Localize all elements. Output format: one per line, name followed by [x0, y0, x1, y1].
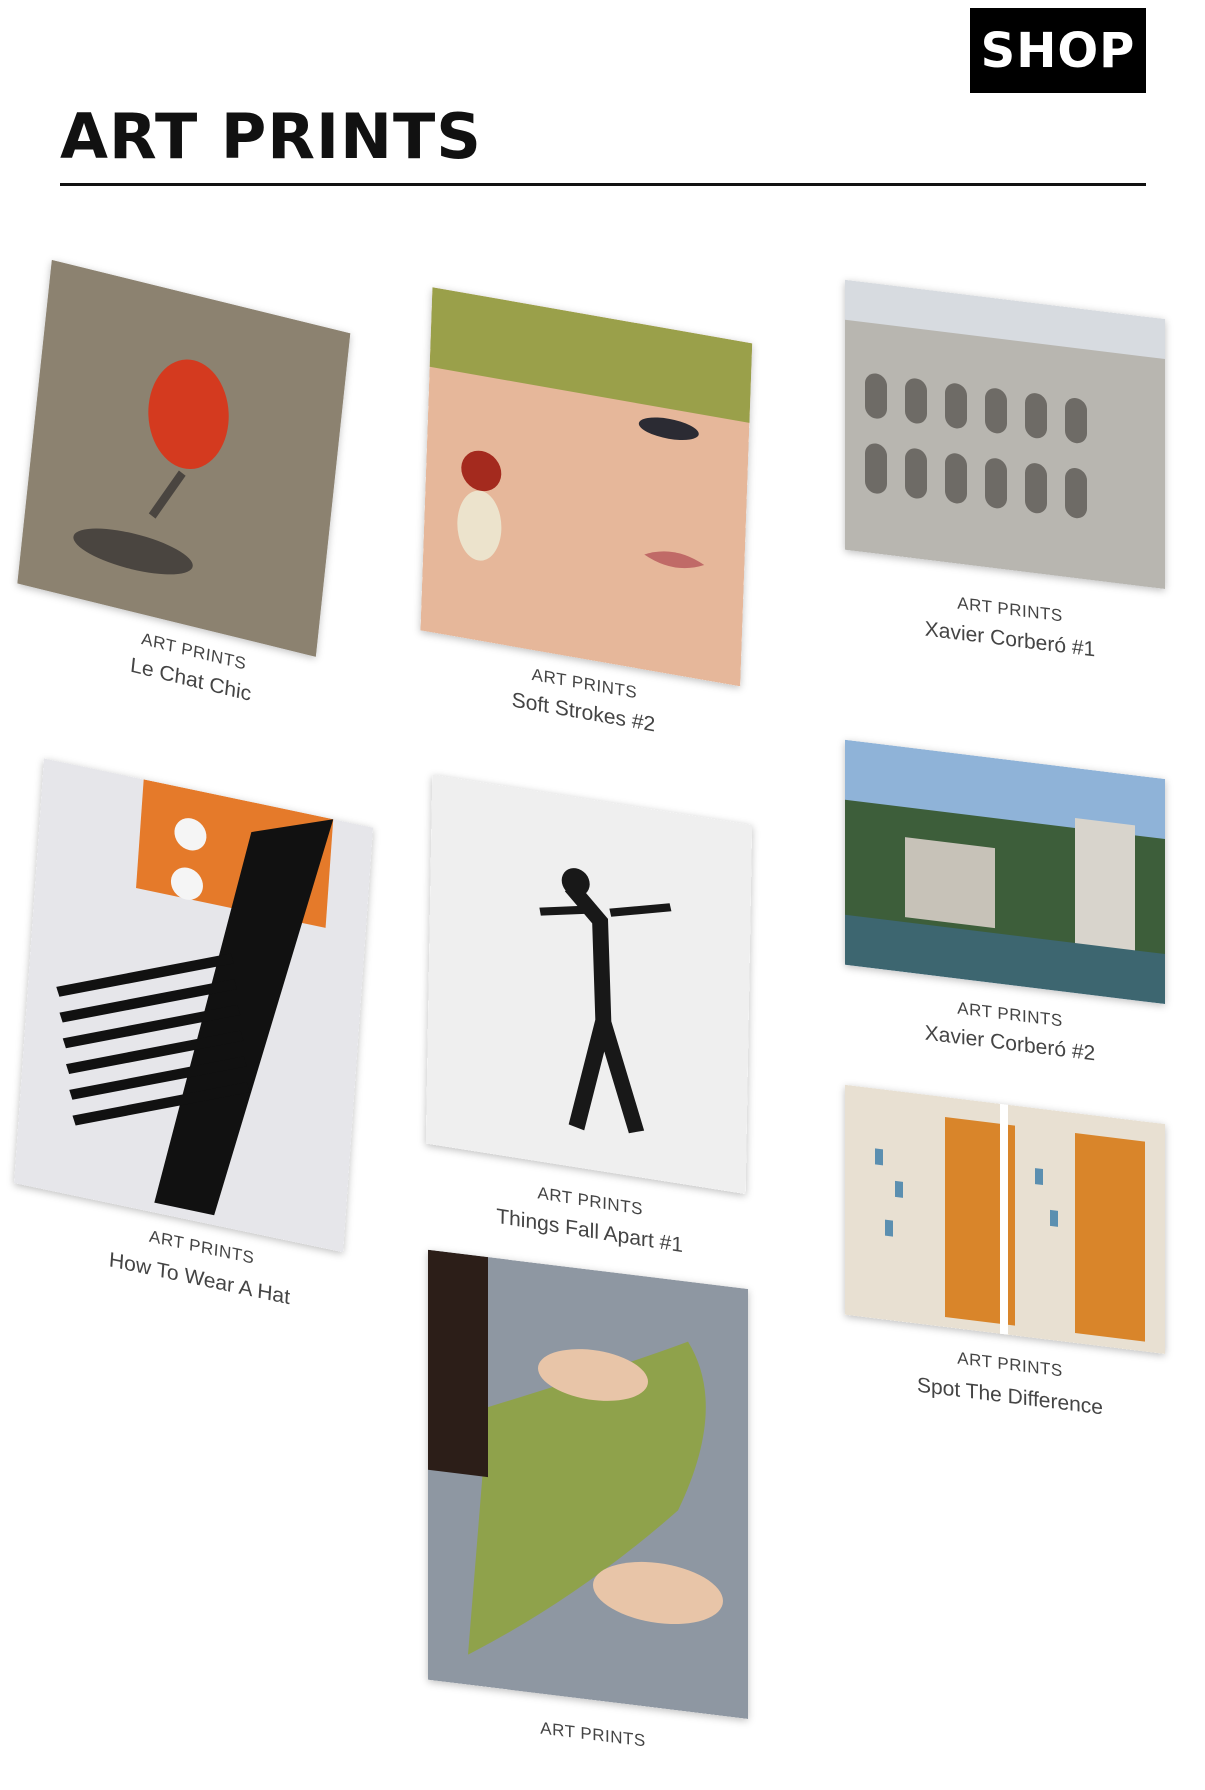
product-image[interactable] — [420, 287, 753, 687]
product-card-le-chat-chic[interactable]: ART PRINTS Le Chat Chic — [10, 260, 410, 740]
product-image[interactable] — [845, 279, 1165, 590]
product-image[interactable] — [13, 758, 374, 1253]
product-card-soft-strokes-2[interactable]: ART PRINTS Soft Strokes #2 — [418, 287, 762, 763]
product-card-how-to-wear-a-hat[interactable]: ART PRINTS How To Wear A Hat — [7, 758, 423, 1361]
product-card-8[interactable]: ART PRINTS — [428, 1249, 758, 1790]
page-title: ART PRINTS — [60, 100, 482, 173]
product-card-xavier-corbero-2[interactable]: ART PRINTS Xavier Corberó #2 — [845, 739, 1175, 1131]
title-divider — [60, 183, 1146, 186]
product-image[interactable] — [17, 260, 351, 657]
product-image[interactable] — [425, 774, 753, 1195]
product-card-things-fall-apart-1[interactable]: ART PRINTS Things Fall Apart #1 — [424, 774, 762, 1306]
product-card-spot-the-difference[interactable]: ART PRINTS Spot The Difference — [845, 1084, 1175, 1476]
product-card-xavier-corbero-1[interactable]: ART PRINTS Xavier Corberó #1 — [845, 279, 1175, 701]
product-image[interactable] — [845, 1084, 1165, 1355]
product-image[interactable] — [845, 739, 1165, 1005]
product-image[interactable] — [428, 1249, 748, 1720]
shop-button[interactable]: SHOP — [970, 8, 1146, 93]
